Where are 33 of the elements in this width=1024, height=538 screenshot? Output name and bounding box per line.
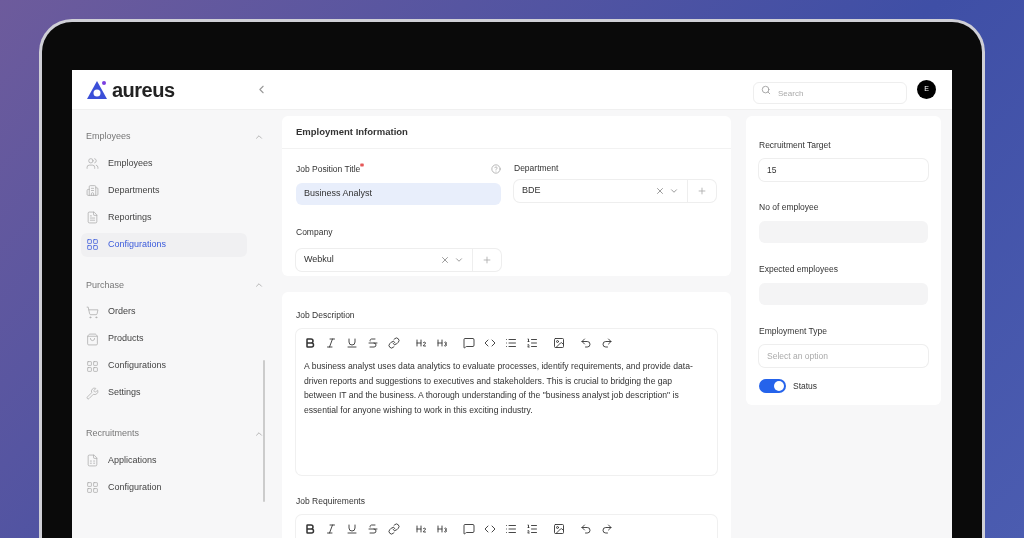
sidebar-item[interactable]: Orders <box>81 300 247 324</box>
search-field[interactable]: Search <box>753 82 907 104</box>
sidebar-item[interactable]: Configurations <box>81 232 247 257</box>
field-label: Recruitment Target <box>759 140 831 150</box>
field-label: Job Description <box>296 310 355 320</box>
field-label: Job Requirements <box>296 496 365 506</box>
field-label: Employment Type <box>759 326 827 336</box>
sidebar-item[interactable]: Employees <box>81 151 247 176</box>
sidebar-item[interactable]: Applications <box>81 448 247 473</box>
section-title: Purchase <box>86 278 125 292</box>
sidebar-item[interactable]: Configuration <box>81 475 247 500</box>
sidebar-item[interactable]: Departments <box>81 178 247 203</box>
text-field[interactable]: Business Analyst <box>296 182 501 205</box>
toggle-label: Status <box>793 379 818 393</box>
select-value: BDE <box>521 184 542 198</box>
sidebar-item[interactable]: Products <box>81 327 247 351</box>
select-field[interactable]: Webkul <box>296 248 501 271</box>
select-field[interactable]: BDE <box>514 180 716 202</box>
field-label: Department <box>514 161 559 175</box>
field-label: No of employee <box>759 202 819 212</box>
sidebar-item[interactable]: Configurations <box>81 354 247 378</box>
card-title: Employment Information <box>296 124 408 139</box>
sidebar-item[interactable]: Settings <box>81 381 247 405</box>
section-title: Recruitments <box>86 427 139 440</box>
logo-text: aureus <box>112 79 175 100</box>
section-title: Employees <box>86 130 131 143</box>
select-value: Webkul <box>303 253 335 266</box>
field-label: Expected employees <box>759 264 838 274</box>
editor-text: A business analyst uses data analytics to evaluate processes, identify requirements, and provide data-driven reports and suggestions to executives and stakeholders. This is crucial to bridging the gap between IT and the business. A thorough understanding of the "business analyst job description" is essential for anyone wishing to work in this exciting industry. <box>303 360 694 417</box>
field-label: Company <box>296 226 333 237</box>
sidebar-item[interactable]: Reportings <box>81 205 247 230</box>
text-field[interactable]: 15 <box>759 159 928 181</box>
field-label: Job Position Title <box>296 163 361 176</box>
